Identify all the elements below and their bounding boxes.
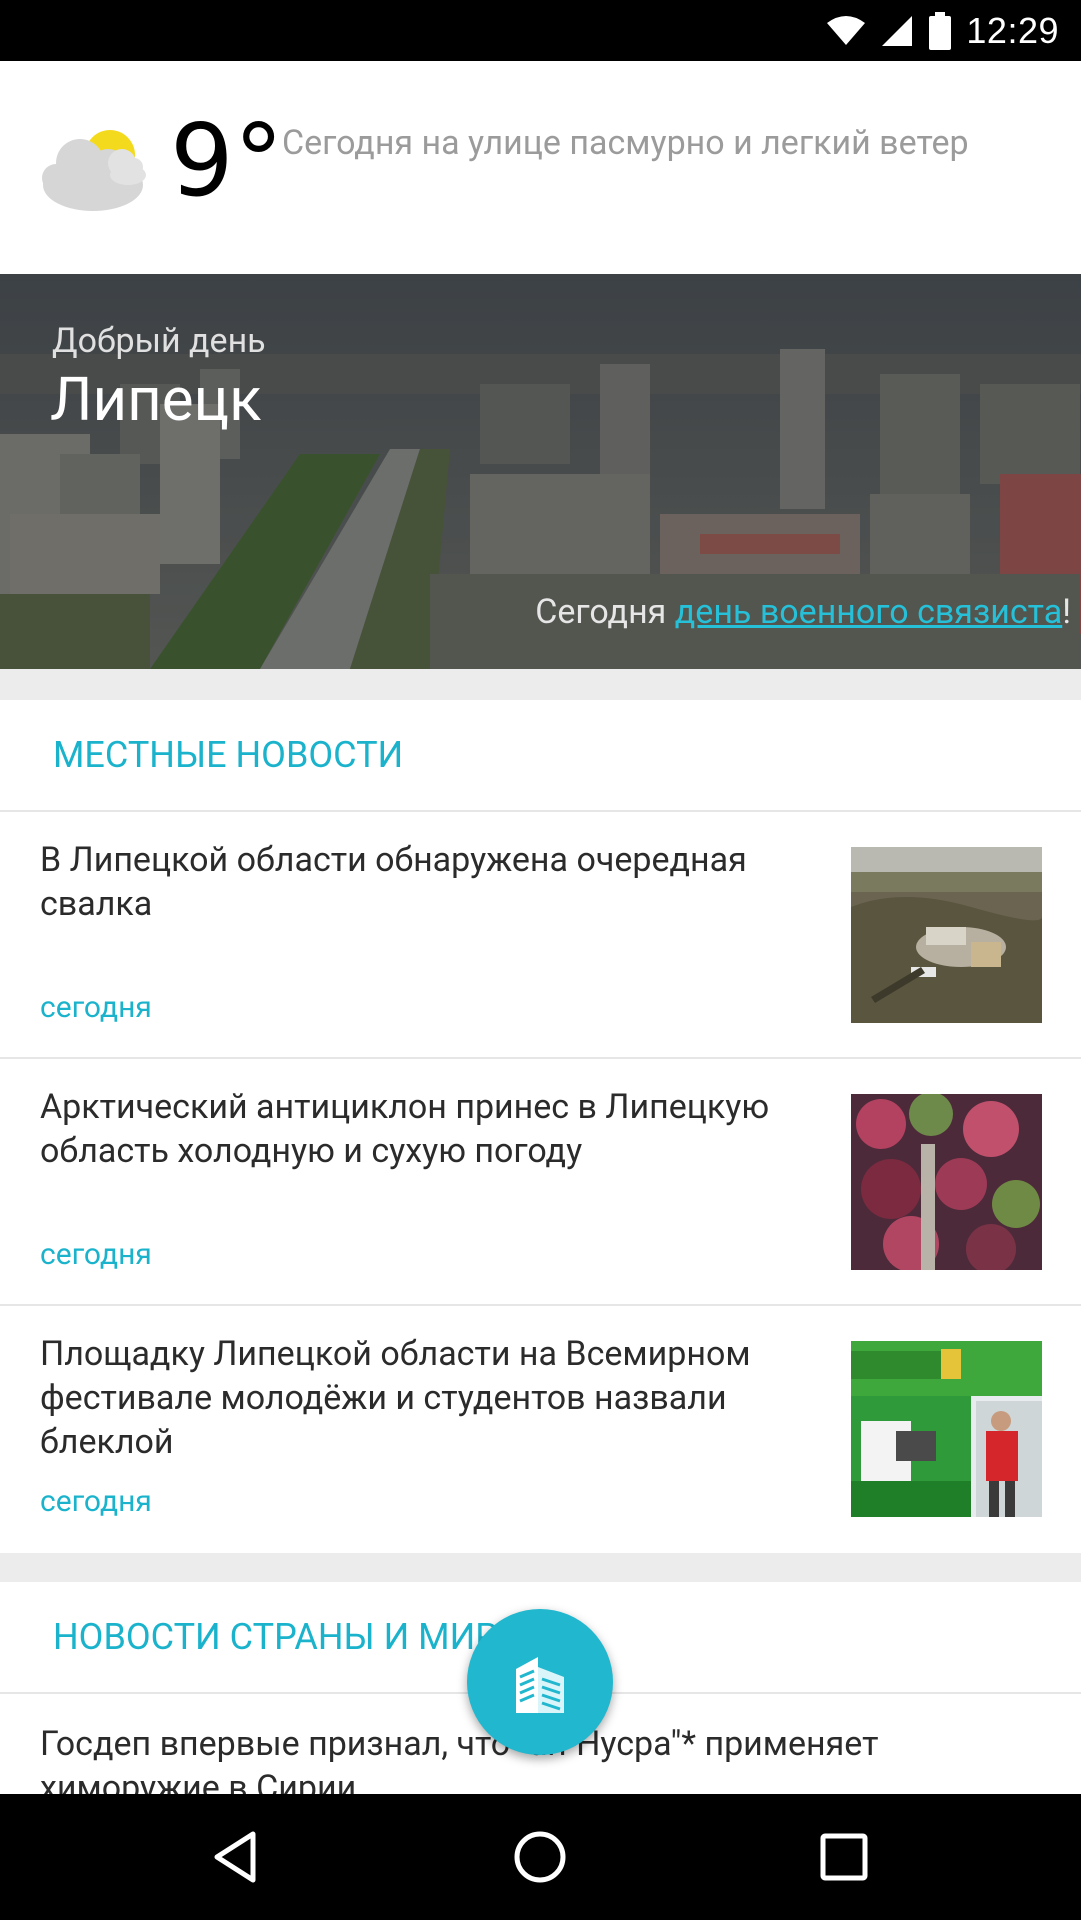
news-item[interactable]: Площадку Липецкой области на Всемирном ф… <box>0 1306 1081 1553</box>
news-thumbnail <box>851 1094 1042 1270</box>
news-date: сегодня <box>40 1484 152 1519</box>
news-item[interactable]: Арктический антициклон принес в Липецкую… <box>0 1059 1081 1306</box>
city-buildings-icon <box>516 1657 564 1713</box>
local-news-title[interactable]: МЕСТНЫЕ НОВОСТИ <box>0 700 1081 812</box>
status-time: 12:29 <box>966 9 1059 51</box>
recents-icon[interactable] <box>809 1822 879 1892</box>
news-headline: Арктический антициклон принес в Липецкую… <box>40 1087 770 1171</box>
cellular-signal-icon <box>882 15 913 46</box>
city-name: Липецк <box>50 364 262 435</box>
news-date: сегодня <box>40 1237 152 1272</box>
back-icon[interactable] <box>201 1822 271 1892</box>
holiday-prefix: Сегодня <box>535 592 675 632</box>
news-item[interactable]: В Липецкой области обнаружена очередная … <box>0 812 1081 1059</box>
holiday-text: Сегодня день военного связиста! <box>535 592 1071 632</box>
wifi-icon <box>827 15 866 45</box>
main-content[interactable]: 9° Сегодня на улице пасмурно и легкий ве… <box>0 61 1081 1794</box>
holiday-suffix: ! <box>1062 592 1071 632</box>
status-bar: 12:29 <box>0 0 1081 61</box>
partly-cloudy-icon <box>42 130 146 211</box>
news-thumbnail <box>851 847 1042 1023</box>
temperature: 9° <box>170 102 284 219</box>
holiday-link[interactable]: день военного связиста <box>675 592 1062 632</box>
local-news-card: МЕСТНЫЕ НОВОСТИ В Липецкой области обнар… <box>0 700 1081 1553</box>
greeting: Добрый день <box>52 321 266 361</box>
news-headline: Площадку Липецкой области на Всемирном ф… <box>40 1334 751 1462</box>
home-icon[interactable] <box>505 1822 575 1892</box>
navigation-bar <box>0 1794 1081 1920</box>
city-fab-button[interactable] <box>467 1609 613 1755</box>
news-date: сегодня <box>40 990 152 1025</box>
weather-description: Сегодня на улице пасмурно и легкий ветер <box>282 123 969 163</box>
battery-icon <box>929 11 952 50</box>
news-headline: В Липецкой области обнаружена очередная … <box>40 840 747 924</box>
city-banner: Добрый день Липецк Сегодня день военного… <box>0 274 1081 669</box>
weather-panel[interactable]: 9° Сегодня на улице пасмурно и легкий ве… <box>0 61 1081 274</box>
news-thumbnail <box>851 1341 1042 1517</box>
